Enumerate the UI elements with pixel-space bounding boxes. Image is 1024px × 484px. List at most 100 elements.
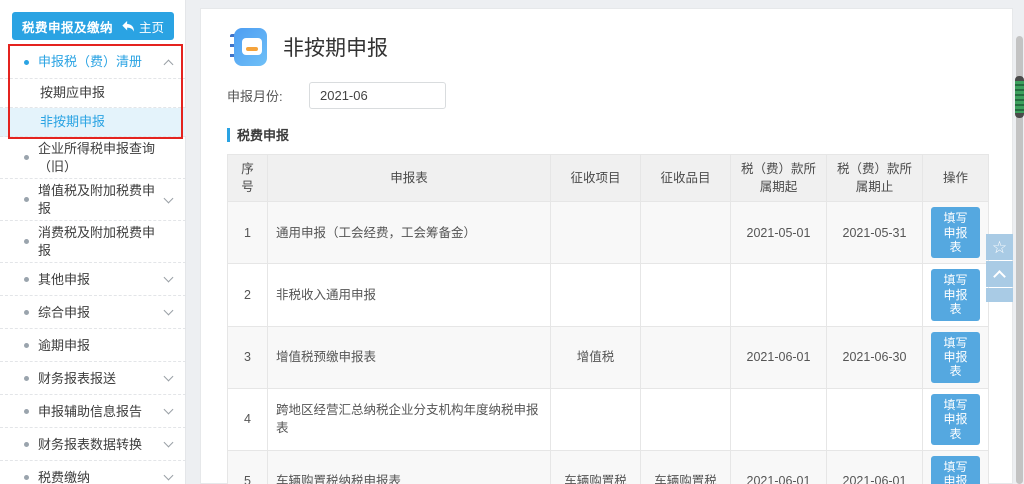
table-cell-action: 填写申报表 <box>922 387 989 451</box>
sidebar-item[interactable]: 申报税（费）清册 <box>0 46 186 79</box>
sidebar-item-label: 申报税（费）清册 <box>38 54 143 70</box>
sidebar-item-label: 综合申报 <box>38 304 91 320</box>
sidebar-item[interactable]: 税费缴纳 <box>0 461 186 484</box>
bullet-icon <box>24 309 29 315</box>
sidebar-item-label: 申报辅助信息报告 <box>38 403 143 419</box>
bullet-icon <box>24 408 29 414</box>
fill-form-button[interactable]: 填写申报表 <box>931 393 980 445</box>
table-cell-start: 2021-06-01 <box>730 449 827 484</box>
table-cell-item: 车辆购置税 <box>550 449 641 484</box>
sidebar-header-title: 税费申报及缴纳 <box>22 20 114 35</box>
floating-widget: ☆ <box>986 234 1013 302</box>
month-input[interactable] <box>309 81 446 109</box>
table-cell-no: 1 <box>227 201 268 265</box>
sidebar-item[interactable]: 综合申报 <box>0 296 186 330</box>
table-cell-item <box>550 201 641 265</box>
chevron-down-icon <box>163 470 174 481</box>
widget-tail <box>986 288 1013 302</box>
table-cell-sub <box>640 263 731 327</box>
chevron-up-icon <box>163 59 174 69</box>
table-cell-end: 2021-06-01 <box>826 449 923 484</box>
table-cell-sub <box>640 325 731 389</box>
home-link[interactable]: 主页 <box>121 17 164 36</box>
sidebar-item-label: 税费缴纳 <box>38 469 91 484</box>
fill-form-button[interactable]: 填写申报表 <box>931 455 980 484</box>
table-cell-item <box>550 387 641 451</box>
table-cell-form: 跨地区经营汇总纳税企业分支机构年度纳税申报表 <box>267 387 551 451</box>
sidebar: 税费申报及缴纳 主页 申报税（费）清册 按期应申报非按期申报企业所得税申报查询（旧… <box>0 0 186 484</box>
favorite-button[interactable]: ☆ <box>986 234 1013 260</box>
chevron-down-icon <box>163 272 174 283</box>
reply-arrow-icon <box>122 20 135 32</box>
sidebar-item[interactable]: 逾期申报 <box>0 329 186 363</box>
table-cell-sub <box>640 387 731 451</box>
chevron-down-icon <box>163 437 174 448</box>
table-row: 4 跨地区经营汇总纳税企业分支机构年度纳税申报表 填写申报表 <box>227 387 989 451</box>
table-cell-end: 2021-06-30 <box>826 325 923 389</box>
table-body: 1 通用申报（工会经费，工会筹备金） 2021-05-01 2021-05-31 填写申… <box>227 201 989 484</box>
collapse-button[interactable] <box>986 261 1013 287</box>
month-label: 申报月份: <box>227 88 283 104</box>
table-cell-start <box>730 387 827 451</box>
sidebar-item[interactable]: 按期应申报 <box>0 79 186 108</box>
table-cell-action: 填写申报表 <box>922 325 989 389</box>
table-cell-item <box>550 263 641 327</box>
sidebar-item[interactable]: 增值税及附加税费申报 <box>0 179 186 222</box>
table-cell-start: 2021-05-01 <box>730 201 827 265</box>
sidebar-item-label: 按期应申报 <box>40 85 106 101</box>
bullet-icon <box>24 239 29 245</box>
table-cell-action: 填写申报表 <box>922 263 989 327</box>
declaration-form-icon <box>227 26 269 68</box>
table-row: 2 非税收入通用申报 填写申报表 <box>227 263 989 327</box>
home-link-label: 主页 <box>138 20 164 35</box>
table-cell-form: 车辆购置税纳税申报表 <box>267 449 551 484</box>
table-header-cell: 征收品目 <box>640 153 731 203</box>
table-header-cell: 税（费）款所属期起 <box>730 153 827 203</box>
table-cell-no: 2 <box>227 263 268 327</box>
sidebar-item-label: 财务报表数据转换 <box>38 436 143 452</box>
sidebar-item[interactable]: 消费税及附加税费申报 <box>0 221 186 264</box>
sidebar-item[interactable]: 财务报表报送 <box>0 362 186 396</box>
table-cell-action: 填写申报表 <box>922 449 989 484</box>
declaration-table: 序号 申报表 征收项目 征收品目 税（费）款所属期起 税（费）款所属期止 操作 1 通用申报（… <box>227 153 989 484</box>
page-title: 非按期申报 <box>283 37 388 60</box>
table-row: 5 车辆购置税纳税申报表 车辆购置税 车辆购置税 2021-06-01 2021-06-0… <box>227 449 989 484</box>
table-cell-form: 增值税预缴申报表 <box>267 325 551 389</box>
sidebar-header: 税费申报及缴纳 主页 <box>12 12 174 40</box>
month-row: 申报月份: <box>227 81 986 109</box>
title-row: 非按期申报 <box>227 23 986 71</box>
sidebar-item-label: 增值税及附加税费申报 <box>38 183 156 216</box>
table-cell-item: 增值税 <box>550 325 641 389</box>
sidebar-menu: 申报税（费）清册 按期应申报非按期申报企业所得税申报查询（旧） 增值税及附加税费申报… <box>0 46 186 484</box>
bullet-icon <box>24 197 29 203</box>
sidebar-item-label: 非按期申报 <box>40 114 106 130</box>
table-cell-form: 非税收入通用申报 <box>267 263 551 327</box>
section-title: 税费申报 <box>237 128 290 143</box>
sidebar-item-label: 财务报表报送 <box>38 370 117 386</box>
table-cell-sub <box>640 201 731 265</box>
sidebar-item[interactable]: 其他申报 <box>0 263 186 297</box>
sidebar-item[interactable]: 申报辅助信息报告 <box>0 395 186 429</box>
chevron-down-icon <box>163 404 174 415</box>
star-icon: ☆ <box>991 237 1008 257</box>
sidebar-item[interactable]: 企业所得税申报查询（旧） <box>0 137 186 180</box>
chevron-down-icon <box>163 371 174 382</box>
table-row: 1 通用申报（工会经费，工会筹备金） 2021-05-01 2021-05-31 填写申… <box>227 201 989 265</box>
sidebar-item[interactable]: 非按期申报 <box>0 108 186 137</box>
table-header-cell: 申报表 <box>267 153 551 203</box>
table-head: 序号 申报表 征收项目 征收品目 税（费）款所属期起 税（费）款所属期止 操作 <box>227 153 989 203</box>
bullet-icon <box>24 474 29 480</box>
table-cell-sub: 车辆购置税 <box>640 449 731 484</box>
chevron-down-icon <box>163 305 174 316</box>
sidebar-item[interactable]: 财务报表数据转换 <box>0 428 186 462</box>
table-cell-form: 通用申报（工会经费，工会筹备金） <box>267 201 551 265</box>
table-cell-end: 2021-05-31 <box>826 201 923 265</box>
fill-form-button[interactable]: 填写申报表 <box>931 269 980 321</box>
fill-form-button[interactable]: 填写申报表 <box>931 331 980 383</box>
sidebar-item-label: 消费税及附加税费申报 <box>38 225 156 258</box>
bullet-icon <box>24 375 29 381</box>
fill-form-button[interactable]: 填写申报表 <box>931 207 980 259</box>
section-accent-bar <box>227 127 230 142</box>
scrollbar-thumb[interactable] <box>1015 76 1024 118</box>
sidebar-item-label: 逾期申报 <box>38 337 91 353</box>
